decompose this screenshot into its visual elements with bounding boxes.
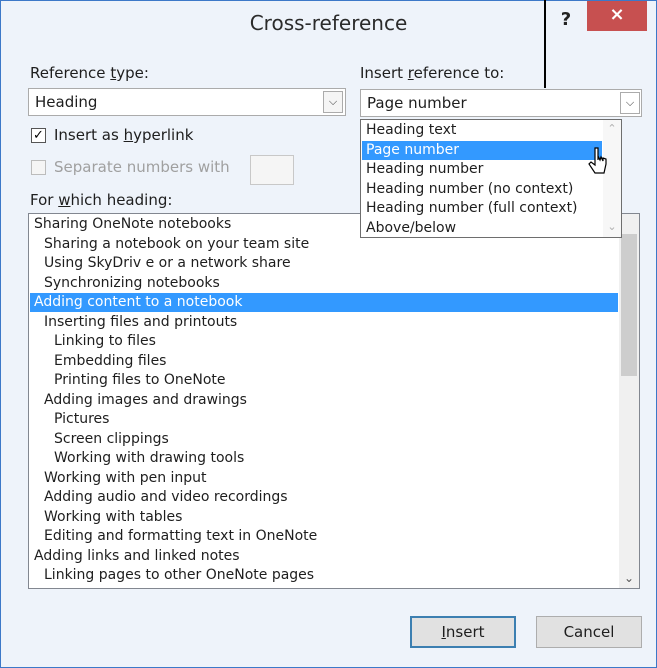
dropdown-option[interactable]: Heading text — [362, 121, 602, 140]
heading-list-item[interactable]: Adding content to a notebook — [30, 293, 618, 312]
scroll-down-icon[interactable]: ⌄ — [619, 568, 639, 588]
help-button[interactable]: ? — [552, 5, 580, 35]
heading-list-item[interactable]: Editing and formatting text in OneNote — [30, 527, 618, 546]
heading-list-item[interactable]: Inserting files and printouts — [30, 313, 618, 332]
dropdown-option[interactable]: Heading number (no context) — [362, 180, 602, 199]
reference-type-select[interactable]: Heading ⌵ — [28, 88, 346, 116]
heading-list-item[interactable]: Linking pages to other OneNote pages — [30, 566, 618, 585]
insert-reference-value: Page number — [367, 94, 467, 112]
heading-list-item[interactable]: Adding links and linked notes — [30, 547, 618, 566]
heading-list-item[interactable]: Printing files to OneNote — [30, 371, 618, 390]
heading-list-item[interactable]: Working with drawing tools — [30, 449, 618, 468]
separator-input[interactable] — [250, 155, 294, 185]
mouse-cursor-icon — [588, 147, 607, 174]
title-bar: Cross-reference ? × — [1, 1, 656, 47]
heading-list-label: For which heading: — [30, 191, 173, 209]
listbox-scrollbar[interactable]: ⌄ — [619, 214, 639, 588]
heading-list-item[interactable]: Linking to files — [30, 332, 618, 351]
dropdown-option[interactable]: Heading number — [362, 160, 602, 179]
reference-type-value: Heading — [35, 93, 98, 111]
dropdown-option[interactable]: Above/below — [362, 219, 602, 238]
insert-reference-label: Insert reference to: — [360, 64, 505, 82]
separate-numbers-checkbox[interactable] — [31, 160, 46, 175]
heading-list-item[interactable]: Pictures — [30, 410, 618, 429]
heading-list-item[interactable]: Adding audio and video recordings — [30, 488, 618, 507]
heading-list-item[interactable]: Using SkyDriv e or a network share — [30, 254, 618, 273]
cancel-button[interactable]: Cancel — [536, 616, 642, 648]
chevron-down-icon[interactable]: ⌵ — [323, 91, 343, 113]
separate-numbers-label: Separate numbers with — [54, 158, 230, 176]
insert-button[interactable]: Insert — [410, 616, 516, 648]
heading-list-item[interactable]: Working with pen input — [30, 469, 618, 488]
heading-list-item[interactable]: Adding images and drawings — [30, 391, 618, 410]
heading-list-item[interactable]: Embedding files — [30, 352, 618, 371]
hyperlink-checkbox[interactable]: ✓ — [31, 128, 46, 143]
reference-type-label: Reference type: — [30, 64, 149, 82]
dropdown-scrollbar[interactable]: ⌃ ⌄ — [603, 120, 621, 237]
heading-list-item[interactable]: Screen clippings — [30, 430, 618, 449]
scroll-down-icon[interactable]: ⌄ — [603, 220, 621, 233]
dropdown-option[interactable]: Heading number (full context) — [362, 199, 602, 218]
heading-listbox[interactable]: Sharing OneNote notebooks Sharing a noteb… — [28, 213, 640, 589]
scrollbar-thumb[interactable] — [621, 234, 637, 376]
insert-reference-dropdown: Heading text Page number Heading number Hea… — [360, 119, 622, 238]
dropdown-option[interactable]: Page number — [362, 140, 602, 160]
heading-list-item[interactable]: Working with tables — [30, 508, 618, 527]
scroll-up-icon[interactable]: ⌃ — [603, 122, 621, 135]
insert-reference-select[interactable]: Page number ⌵ — [360, 89, 642, 117]
hyperlink-label: Insert as hyperlink — [54, 126, 194, 144]
heading-list-item[interactable]: Synchronizing notebooks — [30, 274, 618, 293]
close-button[interactable]: × — [587, 1, 647, 31]
callout-line — [544, 0, 546, 88]
chevron-down-icon[interactable]: ⌵ — [620, 92, 640, 114]
